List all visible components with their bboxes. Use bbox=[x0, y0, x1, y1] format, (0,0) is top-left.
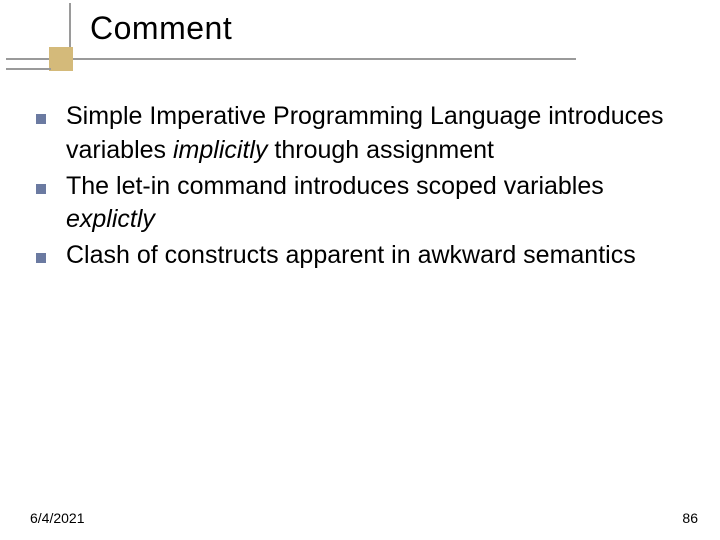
bullet-text-em: implicitly bbox=[173, 136, 267, 164]
bullet-text-em: explictly bbox=[66, 205, 155, 233]
bullet-text-pre: Clash of constructs apparent in awkward … bbox=[66, 241, 636, 269]
list-item: The let-in command introduces scoped var… bbox=[30, 170, 690, 238]
title-area: Comment bbox=[0, 0, 720, 70]
list-item: Clash of constructs apparent in awkward … bbox=[30, 239, 690, 273]
bullet-text: Simple Imperative Programming Language i… bbox=[66, 100, 690, 168]
footer-date: 6/4/2021 bbox=[30, 510, 85, 526]
bullet-square-icon bbox=[36, 184, 46, 194]
bullet-text-post: through assignment bbox=[267, 136, 494, 164]
decor-hline-long bbox=[6, 58, 576, 60]
bullet-square-icon bbox=[36, 114, 46, 124]
decor-square bbox=[49, 47, 73, 71]
footer-page: 86 bbox=[682, 510, 698, 526]
footer: 6/4/2021 86 bbox=[0, 510, 720, 526]
slide: Comment Simple Imperative Programming La… bbox=[0, 0, 720, 540]
list-item: Simple Imperative Programming Language i… bbox=[30, 100, 690, 168]
bullet-text: Clash of constructs apparent in awkward … bbox=[66, 239, 690, 273]
bullet-text: The let-in command introduces scoped var… bbox=[66, 170, 690, 238]
bullet-square-icon bbox=[36, 253, 46, 263]
bullet-list: Simple Imperative Programming Language i… bbox=[30, 100, 690, 273]
slide-body: Simple Imperative Programming Language i… bbox=[0, 70, 720, 273]
bullet-text-pre: The let-in command introduces scoped var… bbox=[66, 172, 604, 200]
slide-title: Comment bbox=[90, 10, 720, 47]
